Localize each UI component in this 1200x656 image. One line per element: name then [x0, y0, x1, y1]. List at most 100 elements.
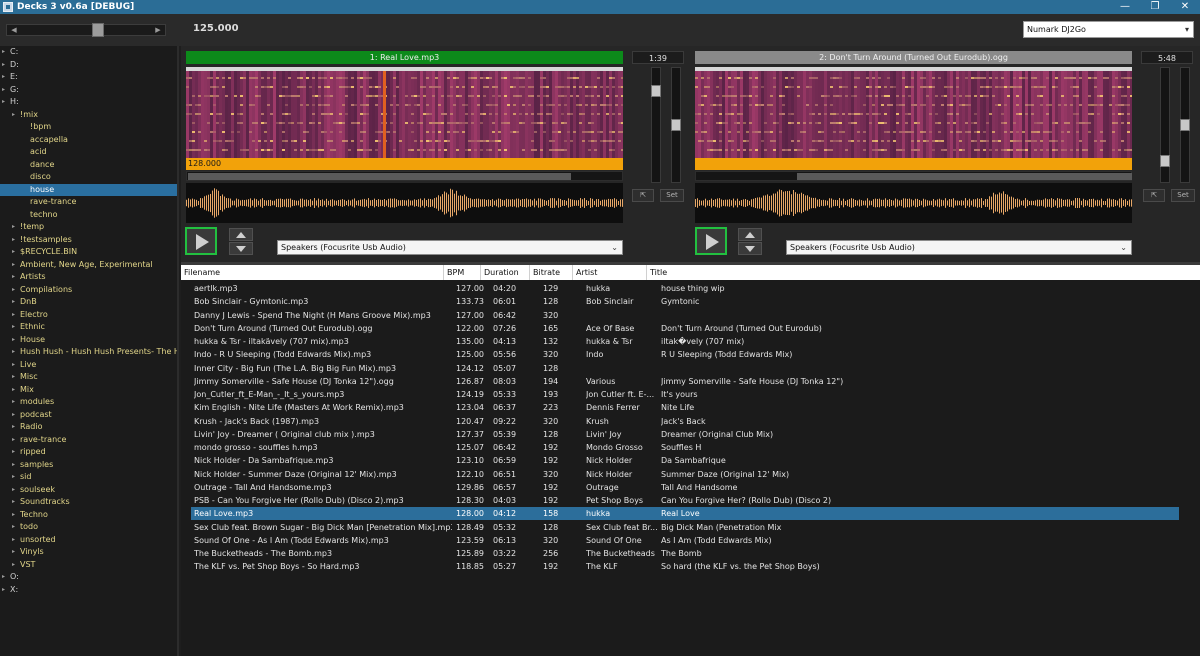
folder-tree[interactable]: ▸ C: ▸ D: ▸ E: ▸ G: ▸ H: ▸ !mix !bpm accapella acid dan… [0, 46, 179, 656]
expand-arrow-icon[interactable]: ▸ [12, 296, 15, 308]
tree-item[interactable]: house [0, 183, 177, 196]
file-row[interactable]: Nick Holder - Summer Daze (Original 12' … [191, 468, 1179, 481]
expand-arrow-icon[interactable]: ▸ [12, 509, 15, 521]
tree-item[interactable]: ▸ Soundtracks [12, 496, 70, 508]
tree-item[interactable]: ▸ E: [2, 71, 18, 83]
file-row[interactable]: Krush - Jack's Back (1987).mp3 120.47 09:2… [191, 415, 1179, 428]
file-row[interactable]: Jimmy Somerville - Safe House (DJ Tonka … [191, 375, 1179, 388]
expand-arrow-icon[interactable]: ▸ [12, 284, 15, 296]
expand-arrow-icon[interactable]: ▸ [12, 484, 15, 496]
expand-arrow-icon[interactable]: ▸ [12, 409, 15, 421]
tree-item[interactable]: ▸ Misc [12, 371, 38, 383]
tree-item[interactable]: ▸ Techno [12, 509, 48, 521]
column-header-filename[interactable]: Filename [181, 265, 444, 280]
deck1-pitch-bend[interactable] [229, 228, 253, 255]
column-header-title[interactable]: Title [647, 265, 1200, 280]
midi-device-select[interactable]: Numark DJ2Go ▾ [1023, 21, 1194, 38]
tree-item[interactable]: ▸ Ambient, New Age, Experimental [12, 259, 153, 271]
deck2-pitch-bend[interactable] [738, 228, 762, 255]
tree-item[interactable]: ▸ sid [12, 471, 31, 483]
file-row[interactable]: Livin' Joy - Dreamer ( Original club mix… [191, 428, 1179, 441]
deck2-pitch-handle[interactable] [1180, 119, 1190, 131]
file-row[interactable]: Sound Of One - As I Am (Todd Edwards Mix… [191, 534, 1179, 547]
tree-item[interactable]: accapella [30, 134, 68, 146]
tree-item[interactable]: ▸ todo [12, 521, 38, 533]
deck1-bend-up-button[interactable] [229, 228, 253, 241]
expand-arrow-icon[interactable]: ▸ [12, 546, 15, 558]
file-row[interactable]: Inner City - Big Fun (The L.A. Big Big F… [191, 362, 1179, 375]
tree-item[interactable]: ▸ Electro [12, 309, 48, 321]
minimize-button[interactable]: — [1110, 0, 1140, 14]
tree-item[interactable]: techno [30, 209, 58, 221]
tree-item[interactable]: ▸ H: [2, 96, 19, 108]
crossfader-left-arrow-icon[interactable]: ◀ [7, 25, 21, 35]
tree-item[interactable]: ▸ Radio [12, 421, 42, 433]
column-header-bpm[interactable]: BPM [444, 265, 481, 280]
deck2-scroll-thumb[interactable] [797, 173, 1132, 180]
column-header-bitrate[interactable]: Bitrate [530, 265, 573, 280]
expand-arrow-icon[interactable]: ▸ [2, 84, 5, 96]
expand-arrow-icon[interactable]: ▸ [12, 434, 15, 446]
tree-item[interactable]: ▸ Vinyls [12, 546, 44, 558]
file-list[interactable]: Filename BPM Duration Bitrate Artist Tit… [181, 265, 1200, 656]
column-header-artist[interactable]: Artist [573, 265, 647, 280]
deck2-play-button[interactable] [695, 227, 727, 255]
file-row[interactable]: Danny J Lewis - Spend The Night (H Mans … [191, 309, 1179, 322]
deck2-output-select[interactable]: Speakers (Focusrite Usb Audio) ⌄ [786, 240, 1132, 255]
file-row[interactable]: Outrage - Tall And Handsome.mp3 129.86 06:… [191, 481, 1179, 494]
deck1-volume-handle[interactable] [651, 85, 661, 97]
expand-arrow-icon[interactable]: ▸ [12, 396, 15, 408]
file-row[interactable]: Sex Club feat. Brown Sugar - Big Dick Ma… [191, 521, 1179, 534]
deck1-set-button[interactable]: Set [660, 189, 684, 202]
expand-arrow-icon[interactable]: ▸ [12, 221, 15, 233]
tree-item[interactable]: acid [30, 146, 47, 158]
file-row[interactable]: Indo - R U Sleeping (Todd Edwards Mix).m… [191, 348, 1179, 361]
file-row[interactable]: The Bucketheads - The Bomb.mp3 125.89 03:2… [191, 547, 1179, 560]
deck2-volume-slider[interactable] [1160, 67, 1170, 183]
expand-arrow-icon[interactable]: ▸ [12, 446, 15, 458]
tree-item[interactable]: ▸ Artists [12, 271, 46, 283]
expand-arrow-icon[interactable]: ▸ [12, 259, 15, 271]
deck2-scrollbar[interactable] [695, 171, 1132, 181]
expand-arrow-icon[interactable]: ▸ [12, 321, 15, 333]
tree-item[interactable]: ▸ rave-trance [12, 434, 66, 446]
file-row[interactable]: aertlk.mp3 127.00 04:20 129 hukka house thing… [191, 282, 1179, 295]
expand-arrow-icon[interactable]: ▸ [2, 59, 5, 71]
expand-arrow-icon[interactable]: ▸ [12, 559, 15, 571]
expand-arrow-icon[interactable]: ▸ [12, 109, 15, 121]
deck2-bend-up-button[interactable] [738, 228, 762, 241]
deck1-scroll-thumb[interactable] [188, 173, 571, 180]
tree-item[interactable]: ▸ podcast [12, 409, 52, 421]
tree-item[interactable]: ▸ G: [2, 84, 19, 96]
file-row[interactable]: Kim English - Nite Life (Masters At Work… [191, 401, 1179, 414]
tree-item[interactable]: ▸ VST [12, 559, 35, 571]
tree-item[interactable]: ▸ House [12, 334, 45, 346]
tree-item[interactable]: ▸ !mix [12, 109, 38, 121]
expand-arrow-icon[interactable]: ▸ [12, 421, 15, 433]
expand-arrow-icon[interactable]: ▸ [12, 471, 15, 483]
file-row[interactable]: Bob Sinclair - Gymtonic.mp3 133.73 06:01 12… [191, 295, 1179, 308]
tree-item[interactable]: ▸ D: [2, 59, 19, 71]
expand-arrow-icon[interactable]: ▸ [12, 384, 15, 396]
tree-item[interactable]: ▸ soulseek [12, 484, 55, 496]
tree-item[interactable]: ▸ unsorted [12, 534, 56, 546]
deck2-spectrum-overview[interactable] [695, 67, 1132, 158]
tree-item[interactable]: ▸ DnB [12, 296, 37, 308]
file-row[interactable]: The KLF vs. Pet Shop Boys - So Hard.mp3 1… [191, 560, 1179, 573]
expand-arrow-icon[interactable]: ▸ [12, 334, 15, 346]
file-row[interactable]: Nick Holder - Da Sambafrique.mp3 123.10 06… [191, 454, 1179, 467]
deck1-volume-slider[interactable] [651, 67, 661, 183]
tree-item[interactable]: ▸ samples [12, 459, 53, 471]
deck1-nudge-icon[interactable]: ⇱ [632, 189, 654, 202]
tree-item[interactable]: ▸ Mix [12, 384, 34, 396]
file-row[interactable]: Jon_Cutler_ft_E-Man_-_It_s_yours.mp3 124.… [191, 388, 1179, 401]
expand-arrow-icon[interactable]: ▸ [12, 459, 15, 471]
tree-item[interactable]: ▸ X: [2, 584, 18, 596]
deck2-set-button[interactable]: Set [1171, 189, 1195, 202]
file-row[interactable]: hukka & Tsr - iltakävely (707 mix).mp3 13… [191, 335, 1179, 348]
tree-item[interactable]: ▸ !temp [12, 221, 44, 233]
file-row[interactable]: mondo grosso - souffles h.mp3 125.07 06:42… [191, 441, 1179, 454]
deck1-output-select[interactable]: Speakers (Focusrite Usb Audio) ⌄ [277, 240, 623, 255]
tree-item[interactable]: ▸ Ethnic [12, 321, 45, 333]
deck2-bend-down-button[interactable] [738, 242, 762, 255]
